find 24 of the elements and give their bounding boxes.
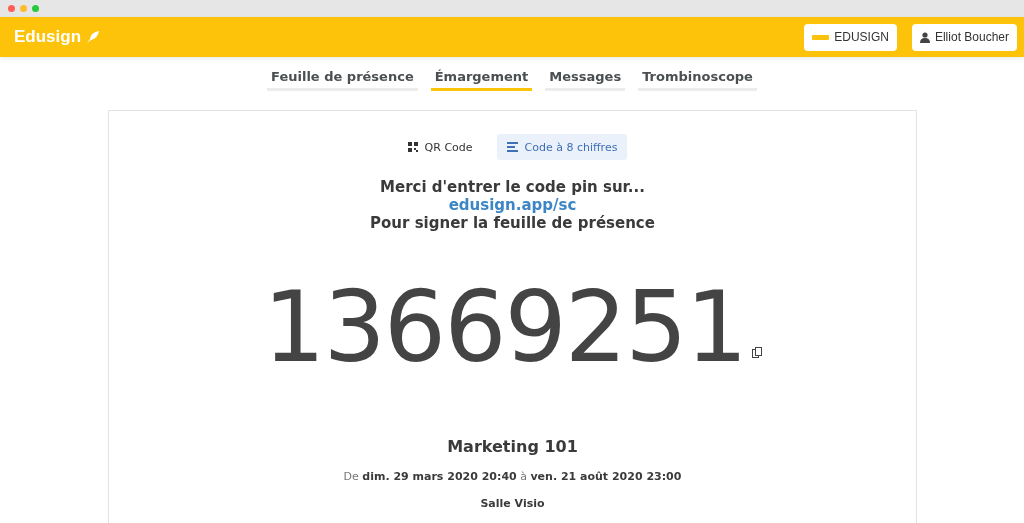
- tab[interactable]: Feuille de présence: [267, 69, 418, 91]
- user-icon: [919, 31, 930, 43]
- list-icon: [506, 142, 518, 152]
- organization-button[interactable]: EDUSIGN: [804, 23, 897, 51]
- tab[interactable]: Messages: [545, 69, 626, 91]
- mode-button[interactable]: Code à 8 chiffres: [496, 134, 628, 160]
- instruction-text: Merci d'entrer le code pin sur...: [380, 178, 645, 196]
- badge-icon: [812, 34, 830, 40]
- mode-button[interactable]: QR Code: [397, 134, 483, 160]
- user-button[interactable]: Elliot Boucher: [911, 23, 1017, 51]
- feather-icon: [86, 30, 101, 44]
- pin-code: 13669251: [263, 272, 746, 382]
- date-range: De dim. 29 mars 2020 20:40 à ven. 21 août 2020 23:00: [343, 470, 682, 483]
- window-close-dot[interactable]: [8, 5, 15, 12]
- copy-icon[interactable]: [751, 347, 762, 358]
- window-maximize-dot[interactable]: [32, 5, 39, 12]
- course-title: Marketing 101: [447, 437, 578, 456]
- window-minimize-dot[interactable]: [20, 5, 27, 12]
- room-name: Salle Visio: [480, 497, 545, 510]
- qr-code-icon: [407, 142, 418, 152]
- instruction-text: Pour signer la feuille de présence: [370, 214, 655, 232]
- tab[interactable]: Trombinoscope: [638, 69, 757, 91]
- link[interactable]: edusign.app/sc: [448, 196, 577, 214]
- tab[interactable]: Émargement: [430, 69, 533, 91]
